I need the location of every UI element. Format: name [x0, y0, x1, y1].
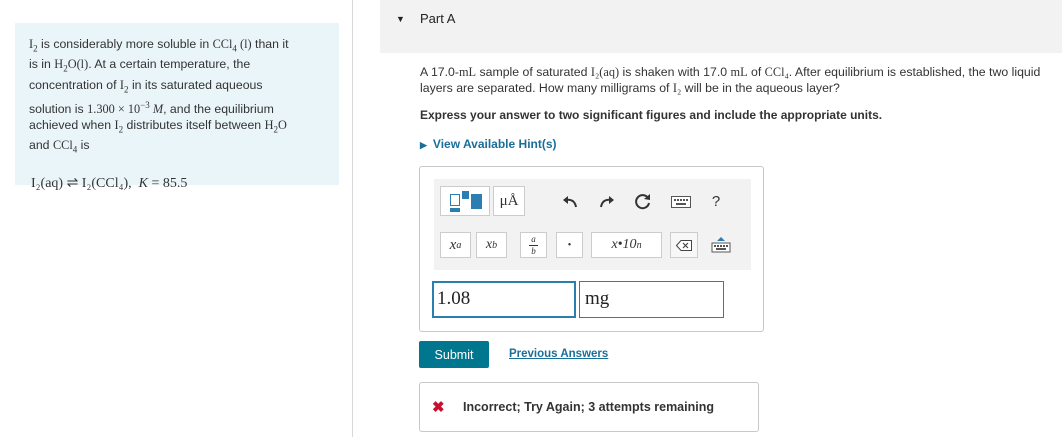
- subscript-button[interactable]: xb: [476, 232, 507, 258]
- expand-triangle-icon: ▶: [420, 140, 427, 150]
- answer-value-input[interactable]: 1.08: [432, 281, 576, 318]
- keyboard-icon[interactable]: [669, 192, 693, 212]
- part-label: Part A: [420, 11, 456, 26]
- undo-icon[interactable]: [560, 190, 580, 214]
- intro-text: I2 is considerably more soluble in CCl4 …: [29, 37, 289, 155]
- reset-icon[interactable]: [632, 190, 654, 214]
- answer-units-input[interactable]: mg: [579, 281, 724, 318]
- problem-intro-panel: I2 is considerably more soluble in CCl4 …: [15, 23, 339, 191]
- previous-answers-link[interactable]: Previous Answers: [509, 348, 608, 360]
- part-header[interactable]: [380, 0, 1062, 53]
- submit-button[interactable]: Submit: [419, 341, 489, 368]
- redo-icon[interactable]: [597, 190, 617, 214]
- question-text: A 17.0-mL sample of saturated I₂(aq) is …: [420, 65, 1041, 95]
- help-button[interactable]: ?: [707, 189, 725, 213]
- templates-button[interactable]: [440, 186, 490, 216]
- fraction-button[interactable]: ab: [520, 232, 547, 258]
- incorrect-x-icon: ✖: [432, 399, 445, 416]
- collapse-caret-icon[interactable]: ▼: [396, 14, 405, 24]
- scientific-notation-button[interactable]: x•10 n: [591, 232, 662, 258]
- units-button[interactable]: μÅ: [493, 186, 525, 216]
- column-divider: [352, 0, 353, 437]
- template-square-icon: [450, 194, 460, 206]
- equilibrium-equation: I₂(aq) ⇌ I₂(CCl₄), K = 85.5: [31, 176, 188, 192]
- feedback-text: Incorrect; Try Again; 3 attempts remaini…: [463, 400, 714, 414]
- keyboard-toggle-icon[interactable]: [706, 232, 736, 258]
- instruction-text: Express your answer to two significant f…: [420, 108, 883, 122]
- view-hints-link[interactable]: ▶ View Available Hint(s): [420, 137, 557, 151]
- backspace-icon[interactable]: [670, 232, 698, 258]
- superscript-button[interactable]: xa: [440, 232, 471, 258]
- decimal-dot-button[interactable]: •: [556, 232, 583, 258]
